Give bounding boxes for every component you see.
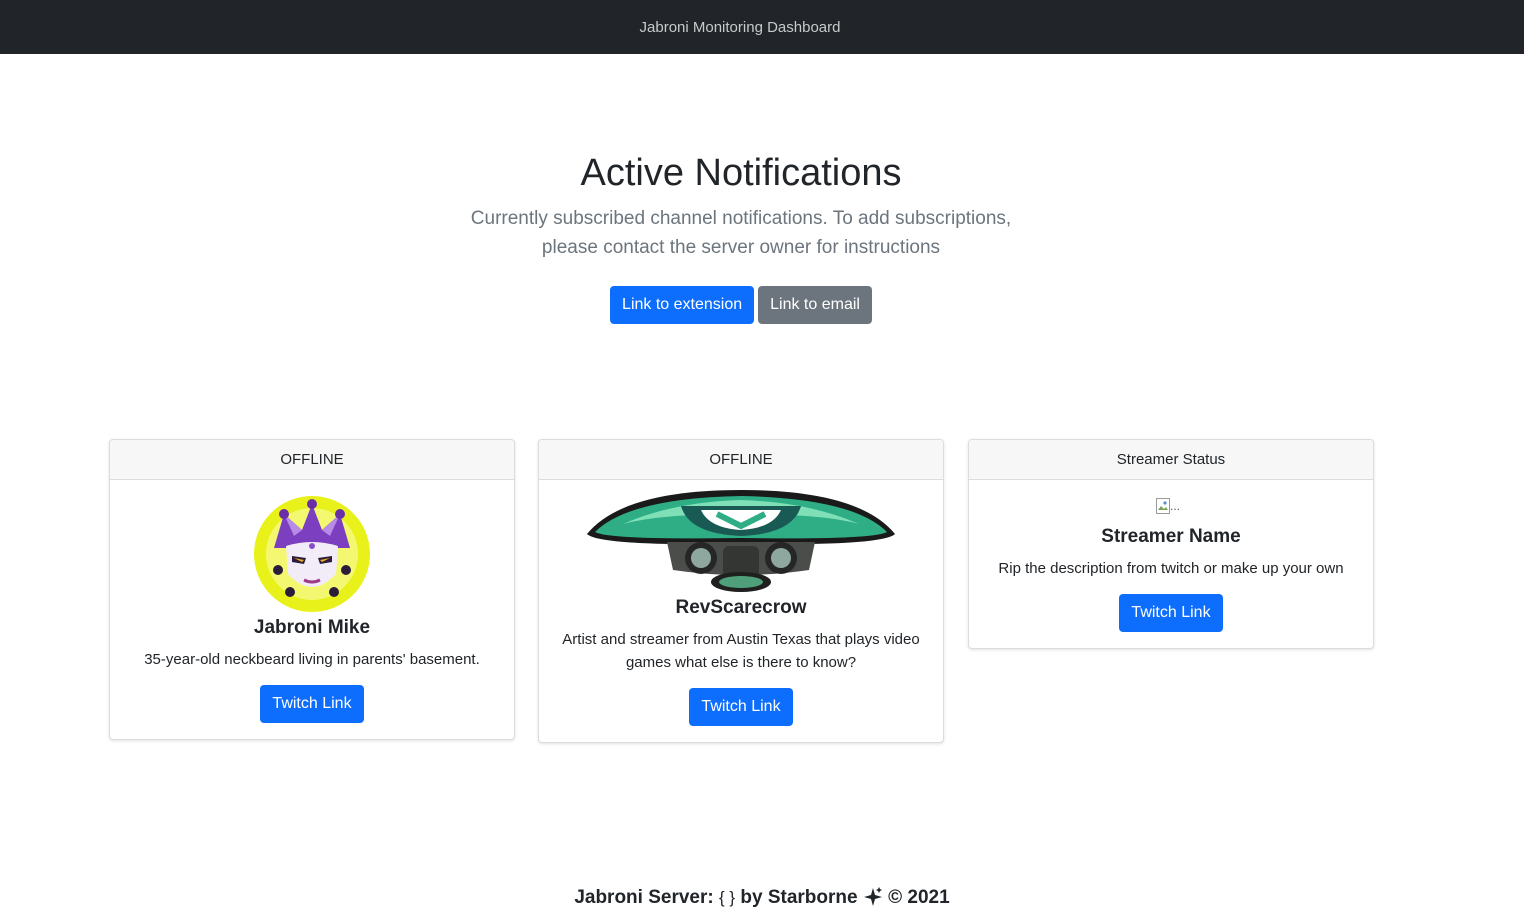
twitch-link-button[interactable]: Twitch Link bbox=[689, 688, 793, 726]
streamer-description: Artist and streamer from Austin Texas th… bbox=[562, 631, 920, 671]
streamer-card-revscarecrow: OFFLINE RevScarecrow Artist and streamer… bbox=[538, 439, 944, 743]
broken-image-icon: ... bbox=[1156, 496, 1186, 516]
twitch-link-button[interactable]: Twitch Link bbox=[260, 685, 364, 723]
top-navbar: Jabroni Monitoring Dashboard bbox=[0, 0, 1524, 54]
streamer-name: Jabroni Mike bbox=[253, 617, 371, 638]
footer-author: by Starborne bbox=[740, 887, 858, 908]
code-braces-icon: { } bbox=[719, 888, 736, 907]
footer-copyright: © 2021 bbox=[888, 887, 950, 908]
card-body: Jabroni Mike 35-year-old neckbeard livin… bbox=[110, 480, 514, 739]
streamer-name: Streamer Name bbox=[1101, 526, 1241, 547]
page-footer: Jabroni Server: { } by Starborne © 2021 bbox=[0, 886, 1524, 910]
card-body: ... Streamer Name Rip the description fr… bbox=[969, 480, 1373, 648]
streamer-name: RevScarecrow bbox=[675, 597, 807, 618]
card-status-header: Streamer Status bbox=[969, 440, 1373, 480]
card-body: RevScarecrow Artist and streamer from Au… bbox=[539, 480, 943, 742]
hero-description: Currently subscribed channel notificatio… bbox=[470, 208, 1012, 258]
page-title: Active Notifications bbox=[580, 152, 902, 194]
card-status-header: OFFLINE bbox=[539, 440, 943, 480]
jester-avatar-icon bbox=[254, 496, 370, 612]
link-to-extension-button[interactable]: Link to extension bbox=[610, 286, 755, 324]
image-alt-text: ... bbox=[1170, 499, 1181, 513]
navbar-title[interactable]: Jabroni Monitoring Dashboard bbox=[640, 19, 841, 36]
footer-prefix: Jabroni Server: bbox=[574, 887, 714, 908]
link-to-email-button[interactable]: Link to email bbox=[758, 286, 872, 324]
streamer-description: Rip the description from twitch or make … bbox=[998, 560, 1344, 577]
streamer-card-jabroni-mike: OFFLINE Jabroni Mike 35-year-old neckbea… bbox=[109, 439, 515, 740]
hero-section: Active Notifications Currently subscribe… bbox=[0, 150, 1524, 324]
hero-button-group: Link to extension Link to email bbox=[0, 286, 1524, 324]
twitch-link-button[interactable]: Twitch Link bbox=[1119, 594, 1223, 632]
streamer-card-template: Streamer Status ... Streamer Name Rip th… bbox=[968, 439, 1374, 649]
sparkle-icon bbox=[863, 887, 888, 909]
streamer-description: 35-year-old neckbeard living in parents'… bbox=[144, 651, 480, 668]
mushroom-gasmask-avatar-icon bbox=[587, 490, 895, 592]
card-status-header: OFFLINE bbox=[110, 440, 514, 480]
